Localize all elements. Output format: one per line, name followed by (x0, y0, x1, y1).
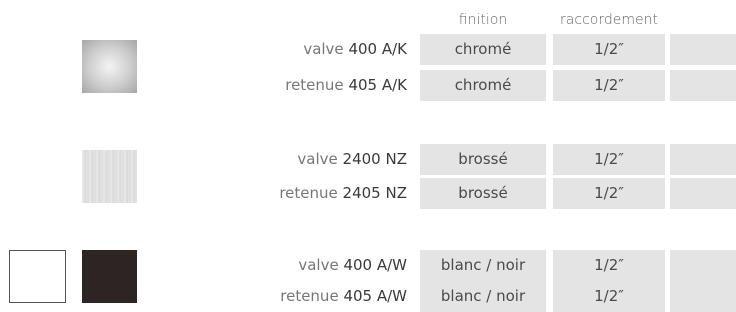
black-swatch (82, 250, 137, 303)
finish-cell: blanc / noir (420, 281, 546, 312)
header-raccordement: raccordement (560, 12, 658, 28)
product-code: 2405 NZ (342, 184, 407, 202)
finish-cell: blanc / noir (420, 250, 546, 281)
connection-cell: 1/2″ (553, 281, 665, 312)
connection-cell: 1/2″ (553, 144, 665, 175)
product-kind: valve (298, 256, 339, 274)
product-label: retenue 405 A/W (280, 281, 407, 312)
brushed-swatch (82, 150, 137, 203)
white-swatch (9, 250, 66, 303)
finish-cell: brossé (420, 144, 546, 175)
product-code: 2400 NZ (342, 150, 407, 168)
finish-cell: brossé (420, 178, 546, 209)
finish-cell: chromé (420, 70, 546, 101)
product-label: valve 400 A/W (298, 250, 407, 281)
product-label: retenue 405 A/K (285, 70, 407, 101)
chrome-swatch (82, 40, 137, 93)
blank-cell (670, 144, 736, 175)
connection-cell: 1/2″ (553, 70, 665, 101)
product-code: 405 A/K (348, 76, 407, 94)
connection-cell: 1/2″ (553, 34, 665, 65)
blank-cell (670, 281, 736, 312)
blank-cell (670, 178, 736, 209)
header-finition: finition (458, 12, 508, 28)
product-label: retenue 2405 NZ (279, 178, 407, 209)
product-kind: retenue (279, 184, 338, 202)
product-kind: valve (297, 150, 338, 168)
blank-cell (670, 34, 736, 65)
finish-cell: chromé (420, 34, 546, 65)
product-code: 405 A/W (343, 287, 407, 305)
connection-cell: 1/2″ (553, 178, 665, 209)
product-kind: retenue (285, 76, 344, 94)
blank-cell (670, 250, 736, 281)
blank-cell (670, 70, 736, 101)
connection-cell: 1/2″ (553, 250, 665, 281)
product-label: valve 400 A/K (303, 34, 407, 65)
product-code: 400 A/W (343, 256, 407, 274)
product-label: valve 2400 NZ (297, 144, 407, 175)
product-code: 400 A/K (348, 40, 407, 58)
product-kind: valve (303, 40, 344, 58)
product-kind: retenue (280, 287, 339, 305)
